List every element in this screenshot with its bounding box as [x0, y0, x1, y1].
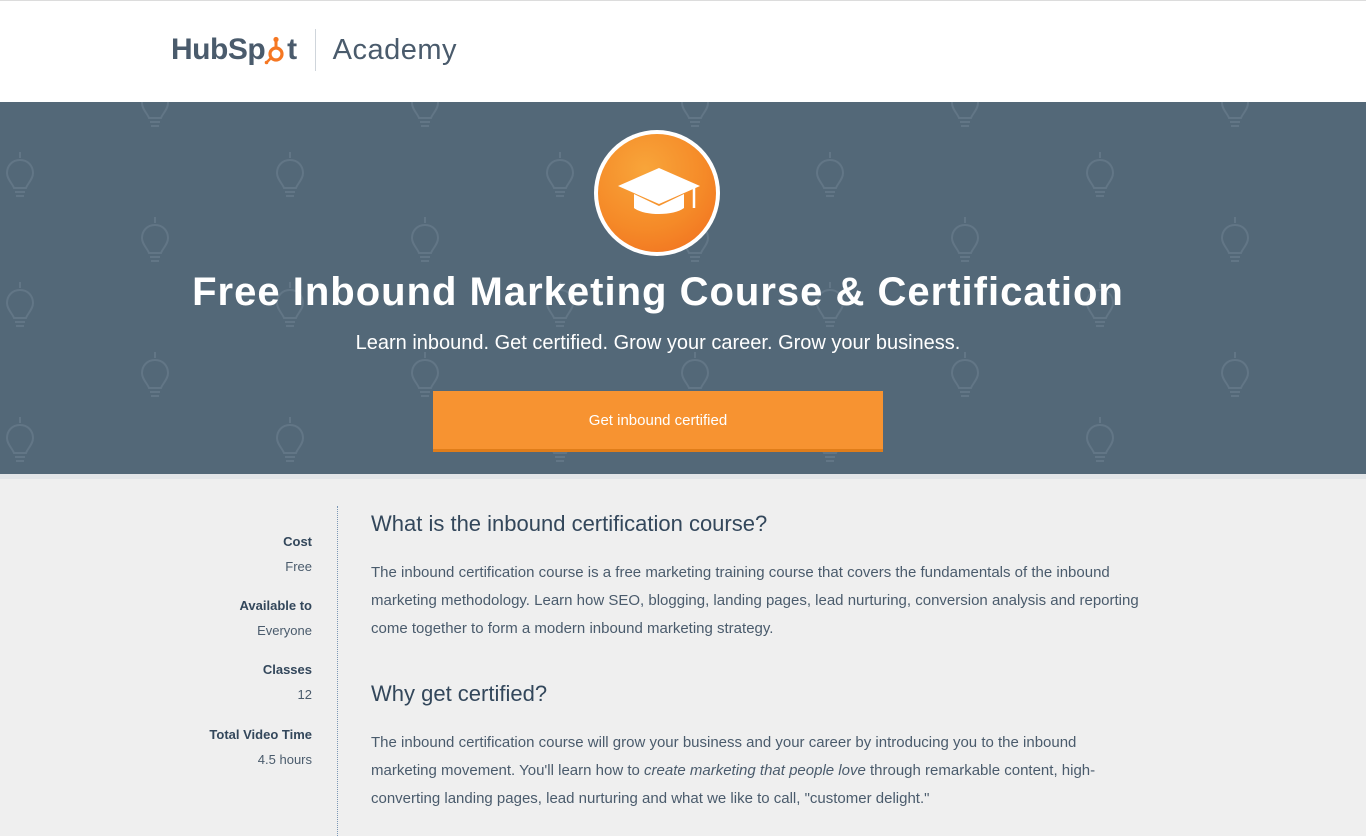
course-badge-circle [598, 134, 716, 252]
page-title: Free Inbound Marketing Course & Certific… [192, 270, 1124, 314]
graduation-cap-icon [618, 168, 700, 214]
hero-bottom-strip [0, 474, 1366, 479]
meta-label: Total Video Time [209, 727, 312, 742]
hubspot-academy-logo[interactable]: HubSp t Academy [171, 29, 457, 71]
hubspot-logo-text-right: t [287, 33, 297, 66]
emphasized-text: create marketing that people love [644, 762, 866, 779]
top-navigation-bar: HubSp t Academy [0, 0, 1366, 102]
meta-label: Available to [239, 598, 312, 613]
course-details-sidebar: Cost Free Available to Everyone Classes … [150, 506, 338, 836]
get-certified-button[interactable]: Get inbound certified [433, 391, 883, 452]
meta-value: Free [285, 559, 312, 574]
section-body-what-is: The inbound certification course is a fr… [371, 564, 1139, 637]
course-meta-availability: Available to Everyone [240, 598, 312, 638]
section-heading-why-certified: Why get certified? [371, 681, 548, 706]
hubspot-sprocket-icon [264, 36, 284, 65]
course-badge [594, 130, 720, 256]
meta-value: Everyone [257, 623, 312, 638]
hubspot-logo[interactable]: HubSp t [171, 33, 297, 67]
course-meta-video-time: Total Video Time 4.5 hours [209, 727, 312, 767]
course-meta-classes: Classes 12 [263, 662, 312, 702]
section-body-why-certified: The inbound certification course will gr… [371, 729, 1141, 813]
course-meta-cost: Cost Free [283, 534, 312, 574]
hero-section: Free Inbound Marketing Course & Certific… [0, 102, 1366, 474]
academy-label: Academy [332, 33, 458, 66]
meta-value: 4.5 hours [257, 752, 312, 767]
section-heading-what-is: What is the inbound certification course… [371, 511, 768, 536]
hubspot-logo-text-left: HubSp [171, 33, 266, 66]
meta-value: 12 [297, 687, 312, 702]
hero-subtitle: Learn inbound. Get certified. Grow your … [355, 332, 961, 354]
logo-divider [314, 29, 316, 71]
meta-label: Classes [262, 662, 312, 677]
meta-label: Cost [283, 534, 312, 549]
